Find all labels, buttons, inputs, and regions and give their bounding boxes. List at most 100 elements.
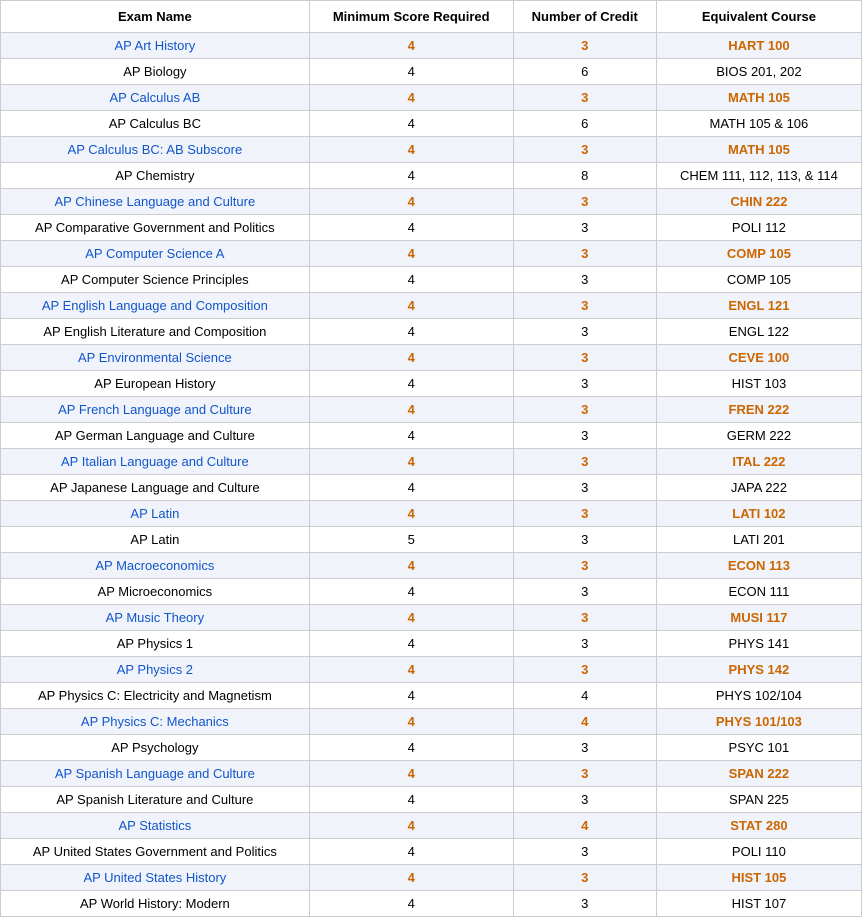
min-score-cell: 4: [309, 813, 513, 839]
exam-name-cell: AP Microeconomics: [1, 579, 310, 605]
exam-name-cell: AP European History: [1, 371, 310, 397]
equivalent-course-cell: MATH 105: [656, 85, 861, 111]
equivalent-course-cell: MATH 105 & 106: [656, 111, 861, 137]
min-score-cell: 4: [309, 787, 513, 813]
col-header-min-score: Minimum Score Required: [309, 1, 513, 33]
credits-cell: 3: [513, 423, 656, 449]
equivalent-course-cell: ECON 113: [656, 553, 861, 579]
col-header-credits: Number of Credit: [513, 1, 656, 33]
table-row: AP Statistics44STAT 280: [1, 813, 862, 839]
min-score-cell: 4: [309, 33, 513, 59]
credits-cell: 6: [513, 59, 656, 85]
equivalent-course-cell: HART 100: [656, 33, 861, 59]
exam-name-cell: AP Calculus AB: [1, 85, 310, 111]
min-score-cell: 4: [309, 85, 513, 111]
equivalent-course-cell: STAT 280: [656, 813, 861, 839]
credits-cell: 3: [513, 553, 656, 579]
credits-cell: 3: [513, 839, 656, 865]
min-score-cell: 4: [309, 891, 513, 917]
credits-cell: 3: [513, 761, 656, 787]
exam-name-cell: AP United States Government and Politics: [1, 839, 310, 865]
min-score-cell: 4: [309, 709, 513, 735]
ap-credit-table: Exam Name Minimum Score Required Number …: [0, 0, 862, 917]
min-score-cell: 4: [309, 475, 513, 501]
min-score-cell: 4: [309, 553, 513, 579]
equivalent-course-cell: JAPA 222: [656, 475, 861, 501]
exam-name-cell: AP Music Theory: [1, 605, 310, 631]
min-score-cell: 4: [309, 605, 513, 631]
equivalent-course-cell: GERM 222: [656, 423, 861, 449]
min-score-cell: 4: [309, 345, 513, 371]
exam-name-cell: AP Physics 1: [1, 631, 310, 657]
credits-cell: 3: [513, 241, 656, 267]
min-score-cell: 4: [309, 683, 513, 709]
table-row: AP Computer Science Principles43COMP 105: [1, 267, 862, 293]
table-row: AP German Language and Culture43GERM 222: [1, 423, 862, 449]
equivalent-course-cell: SPAN 225: [656, 787, 861, 813]
min-score-cell: 4: [309, 163, 513, 189]
min-score-cell: 4: [309, 111, 513, 137]
exam-name-cell: AP French Language and Culture: [1, 397, 310, 423]
equivalent-course-cell: ENGL 122: [656, 319, 861, 345]
exam-name-cell: AP Spanish Language and Culture: [1, 761, 310, 787]
min-score-cell: 4: [309, 397, 513, 423]
equivalent-course-cell: HIST 105: [656, 865, 861, 891]
min-score-cell: 4: [309, 839, 513, 865]
credits-cell: 3: [513, 735, 656, 761]
equivalent-course-cell: MUSI 117: [656, 605, 861, 631]
equivalent-course-cell: CEVE 100: [656, 345, 861, 371]
equivalent-course-cell: PHYS 141: [656, 631, 861, 657]
equivalent-course-cell: ECON 111: [656, 579, 861, 605]
table-row: AP World History: Modern43HIST 107: [1, 891, 862, 917]
exam-name-cell: AP Calculus BC: [1, 111, 310, 137]
equivalent-course-cell: ENGL 121: [656, 293, 861, 319]
equivalent-course-cell: COMP 105: [656, 241, 861, 267]
exam-name-cell: AP English Literature and Composition: [1, 319, 310, 345]
credits-cell: 3: [513, 891, 656, 917]
table-row: AP English Language and Composition43ENG…: [1, 293, 862, 319]
equivalent-course-cell: POLI 110: [656, 839, 861, 865]
min-score-cell: 4: [309, 501, 513, 527]
credits-cell: 3: [513, 605, 656, 631]
exam-name-cell: AP Physics C: Electricity and Magnetism: [1, 683, 310, 709]
exam-name-cell: AP Environmental Science: [1, 345, 310, 371]
credits-cell: 3: [513, 371, 656, 397]
table-row: AP Calculus BC46MATH 105 & 106: [1, 111, 862, 137]
table-row: AP Microeconomics43ECON 111: [1, 579, 862, 605]
col-header-course: Equivalent Course: [656, 1, 861, 33]
credits-cell: 3: [513, 865, 656, 891]
credits-cell: 3: [513, 293, 656, 319]
credits-cell: 3: [513, 85, 656, 111]
table-row: AP Calculus BC: AB Subscore43MATH 105: [1, 137, 862, 163]
min-score-cell: 4: [309, 267, 513, 293]
equivalent-course-cell: POLI 112: [656, 215, 861, 241]
equivalent-course-cell: BIOS 201, 202: [656, 59, 861, 85]
table-row: AP Psychology43PSYC 101: [1, 735, 862, 761]
credits-cell: 3: [513, 33, 656, 59]
min-score-cell: 4: [309, 241, 513, 267]
table-row: AP Art History43HART 100: [1, 33, 862, 59]
equivalent-course-cell: CHEM 111, 112, 113, & 114: [656, 163, 861, 189]
equivalent-course-cell: HIST 103: [656, 371, 861, 397]
equivalent-course-cell: FREN 222: [656, 397, 861, 423]
table-row: AP Latin53LATI 201: [1, 527, 862, 553]
exam-name-cell: AP Comparative Government and Politics: [1, 215, 310, 241]
exam-name-cell: AP Italian Language and Culture: [1, 449, 310, 475]
table-row: AP Physics 243PHYS 142: [1, 657, 862, 683]
equivalent-course-cell: PHYS 142: [656, 657, 861, 683]
equivalent-course-cell: HIST 107: [656, 891, 861, 917]
exam-name-cell: AP German Language and Culture: [1, 423, 310, 449]
equivalent-course-cell: LATI 102: [656, 501, 861, 527]
min-score-cell: 4: [309, 189, 513, 215]
credits-cell: 3: [513, 475, 656, 501]
equivalent-course-cell: PHYS 101/103: [656, 709, 861, 735]
equivalent-course-cell: LATI 201: [656, 527, 861, 553]
credits-cell: 3: [513, 787, 656, 813]
credits-cell: 4: [513, 683, 656, 709]
credits-cell: 3: [513, 631, 656, 657]
credits-cell: 3: [513, 267, 656, 293]
credits-cell: 3: [513, 345, 656, 371]
credits-cell: 3: [513, 527, 656, 553]
table-row: AP United States Government and Politics…: [1, 839, 862, 865]
exam-name-cell: AP Spanish Literature and Culture: [1, 787, 310, 813]
